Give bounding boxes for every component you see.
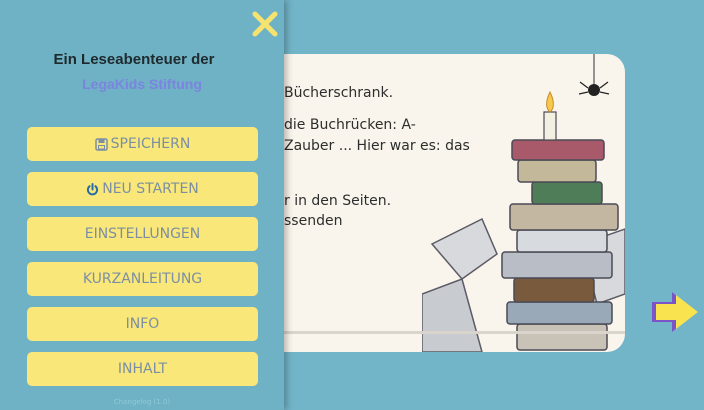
close-icon[interactable] [251,10,279,38]
power-icon [86,182,99,196]
contents-button[interactable]: INHALT [27,352,258,386]
story-line: r in den Seiten. [284,193,392,209]
save-label: SPEICHERN [110,136,191,152]
quick-guide-button[interactable]: KURZANLEITUNG [27,262,258,296]
restart-label: NEU STARTEN [102,181,199,197]
floppy-disk-icon [94,137,108,151]
main-menu-panel: Ein Leseabenteuer der LegaKids Stiftung … [0,0,284,410]
quick-guide-label: KURZANLEITUNG [82,271,203,287]
menu-title: Ein Leseabenteuer der [53,51,215,68]
next-page-arrow-icon[interactable] [650,292,700,332]
story-line: Bücherschrank. [284,85,394,101]
book-page: Bücherschrank. die Buchrücken: A- Zauber… [232,54,625,352]
info-button[interactable]: INFO [27,307,258,341]
story-line: ssenden [284,213,343,229]
settings-button[interactable]: EINSTELLUNGEN [27,217,258,251]
book-stack-illustration [422,54,625,352]
menu-subtitle: LegaKids Stiftung [82,76,202,92]
contents-label: INHALT [117,361,168,377]
settings-label: EINSTELLUNGEN [84,226,201,242]
changelog-link[interactable]: Changelog (1.0) [0,398,284,406]
page-scroll-track[interactable] [232,331,625,334]
save-button[interactable]: SPEICHERN [27,127,258,161]
story-line: die Buchrücken: A- [284,117,416,133]
restart-button[interactable]: NEU STARTEN [27,172,258,206]
info-label: INFO [125,316,160,332]
